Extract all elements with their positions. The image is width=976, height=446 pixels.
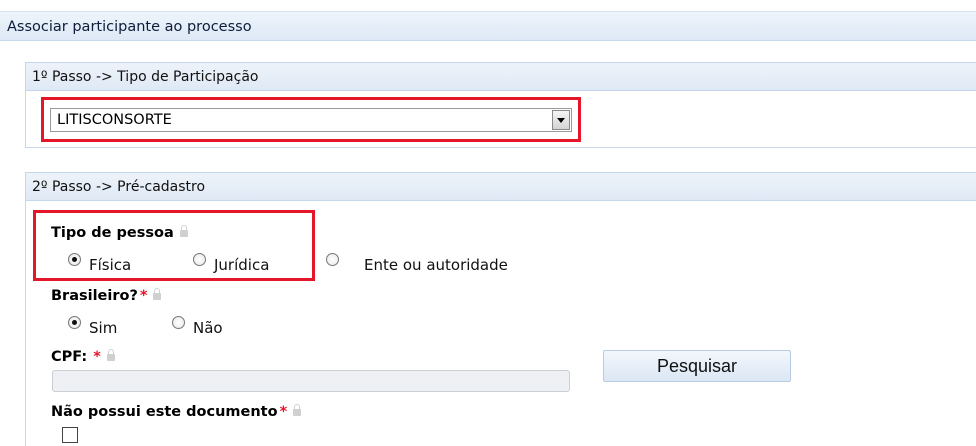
lock-icon xyxy=(153,288,162,300)
radio-nao-label: Não xyxy=(193,319,223,337)
cpf-input[interactable] xyxy=(52,370,570,392)
highlight-person-type xyxy=(33,210,315,281)
radio-nao[interactable] xyxy=(172,316,185,329)
no-document-checkbox[interactable] xyxy=(62,427,78,443)
radio-sim-label: Sim xyxy=(89,319,118,337)
search-button[interactable]: Pesquisar xyxy=(603,350,791,382)
step2-title: 2º Passo -> Pré-cadastro xyxy=(26,173,976,201)
cpf-label: CPF: * xyxy=(51,349,115,365)
radio-ente-autoridade-label: Ente ou autoridade xyxy=(364,256,508,274)
page-title: Associar participante ao processo xyxy=(7,19,252,35)
highlight-participation-type xyxy=(41,97,581,142)
radio-ente-autoridade[interactable] xyxy=(326,253,339,266)
required-asterisk: * xyxy=(139,288,148,304)
no-document-label: Não possui este documento * xyxy=(51,404,302,420)
radio-sim[interactable] xyxy=(68,316,81,329)
required-asterisk: * xyxy=(93,349,101,365)
step1-title: 1º Passo -> Tipo de Participação xyxy=(26,63,976,91)
brazilian-label: Brasileiro? * xyxy=(51,288,162,304)
lock-icon xyxy=(106,349,115,361)
page-header: Associar participante ao processo xyxy=(0,11,976,41)
required-asterisk: * xyxy=(279,404,288,420)
lock-icon xyxy=(293,404,302,416)
